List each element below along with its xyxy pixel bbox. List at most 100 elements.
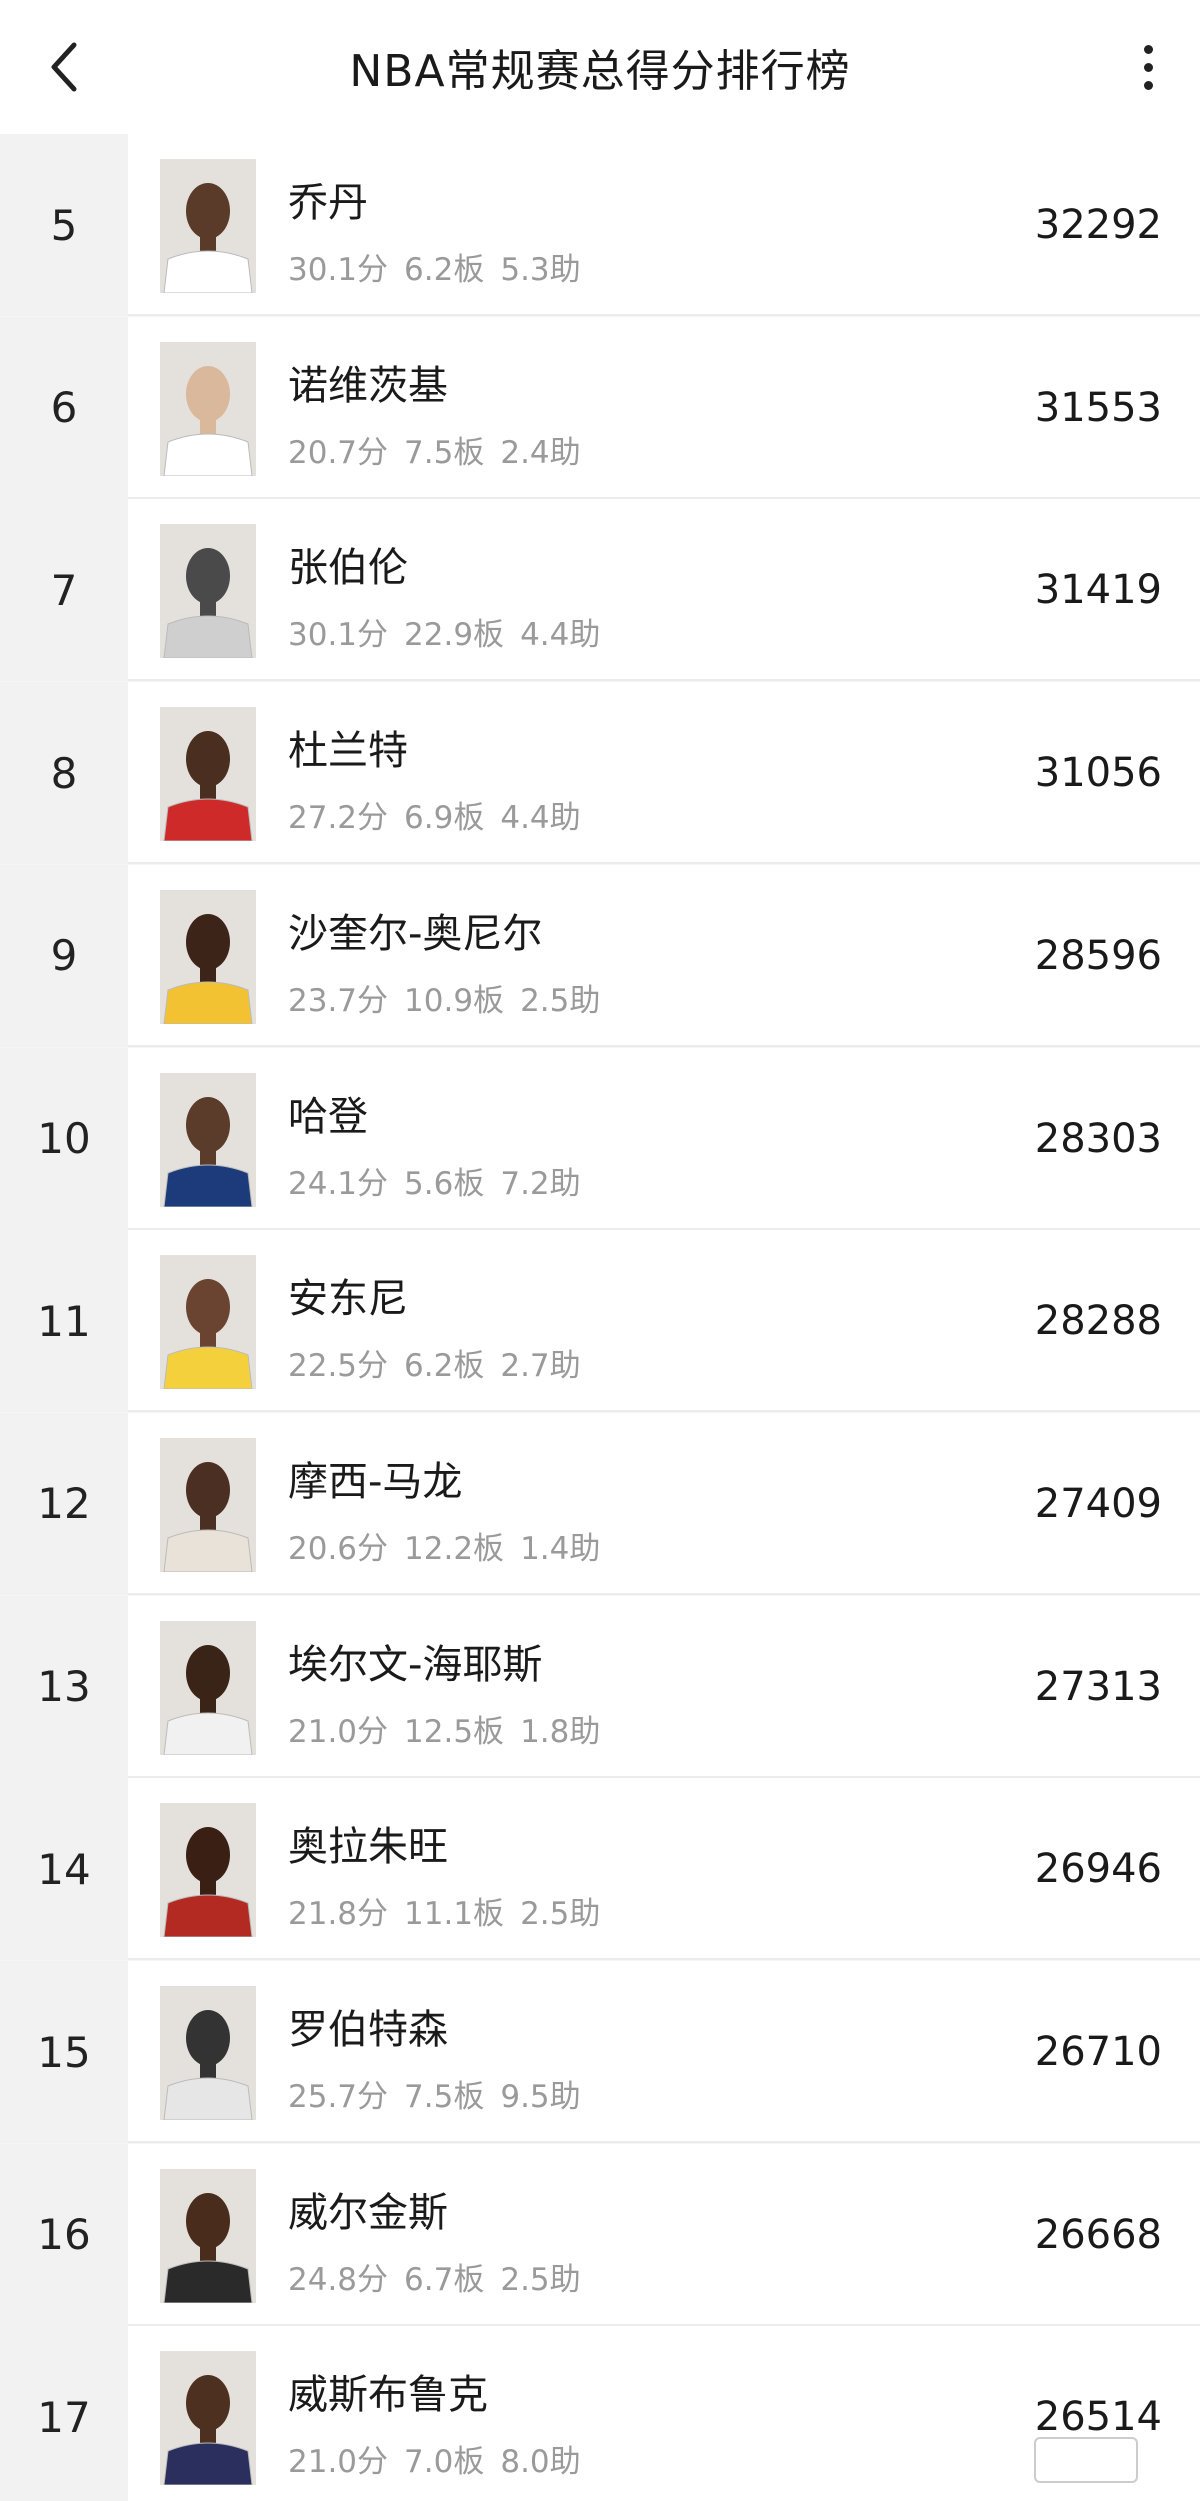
player-stats: 24.8分 6.7板 2.5助 xyxy=(288,2254,597,2299)
player-card[interactable]: 杜兰特 27.2分 6.9板 4.4助 31056 xyxy=(128,682,1200,865)
rebounds-per-game: 22.9板 xyxy=(404,617,505,654)
player-avatar xyxy=(160,2351,256,2486)
player-portrait-icon xyxy=(160,1072,256,1207)
player-name: 杜兰特 xyxy=(288,728,408,775)
ranking-row[interactable]: 6 诺维茨基 20.7分 7.5板 2.4助 31553 xyxy=(0,316,1200,499)
player-stats: 22.5分 6.2板 2.7助 xyxy=(288,1340,597,1385)
player-name: 张伯伦 xyxy=(288,545,408,592)
chevron-left-icon xyxy=(51,42,77,92)
total-points: 28596 xyxy=(1034,932,1162,979)
player-avatar xyxy=(160,1986,256,2120)
ranking-row[interactable]: 14 奥拉朱旺 21.8分 11.1板 2.5助 26946 xyxy=(0,1778,1200,1961)
player-name: 摩西-马龙 xyxy=(288,1458,463,1505)
player-card[interactable]: 张伯伦 30.1分 22.9板 4.4助 31419 xyxy=(128,499,1200,682)
watermark-badge xyxy=(1034,2437,1138,2483)
player-portrait-icon xyxy=(160,2351,256,2486)
more-dots-icon xyxy=(1143,44,1153,54)
rebounds-per-game: 6.7板 xyxy=(404,2261,485,2298)
ranking-row[interactable]: 9 沙奎尔-奥尼尔 23.7分 10.9板 2.5助 28596 xyxy=(0,864,1200,1047)
rebounds-per-game: 12.5板 xyxy=(404,1713,505,1750)
rank-number: 12 xyxy=(0,1412,128,1595)
ranking-row[interactable]: 11 安东尼 22.5分 6.2板 2.7助 28288 xyxy=(0,1230,1200,1413)
rank-number: 17 xyxy=(0,2326,128,2501)
player-name: 诺维茨基 xyxy=(288,362,448,409)
player-avatar xyxy=(160,1255,256,1390)
player-card[interactable]: 沙奎尔-奥尼尔 23.7分 10.9板 2.5助 28596 xyxy=(128,864,1200,1047)
ranking-row[interactable]: 17 威斯布鲁克 21.0分 7.0板 8.0助 26514 xyxy=(0,2326,1200,2501)
total-points: 32292 xyxy=(1034,202,1162,248)
player-avatar xyxy=(160,159,256,293)
points-per-game: 21.0分 xyxy=(288,2444,389,2481)
player-stats: 21.8分 11.1板 2.5助 xyxy=(288,1888,616,1933)
player-avatar xyxy=(160,707,256,842)
points-per-game: 24.8分 xyxy=(288,2261,389,2298)
assists-per-game: 8.0助 xyxy=(500,2444,581,2481)
points-per-game: 30.1分 xyxy=(288,617,389,654)
total-points: 26946 xyxy=(1034,1846,1162,1893)
player-card[interactable]: 奥拉朱旺 21.8分 11.1板 2.5助 26946 xyxy=(128,1778,1200,1961)
total-points: 28303 xyxy=(1034,1115,1162,1162)
page-title: NBA常规赛总得分排行榜 xyxy=(349,46,851,97)
player-card[interactable]: 安东尼 22.5分 6.2板 2.7助 28288 xyxy=(128,1230,1200,1413)
player-card[interactable]: 威尔金斯 24.8分 6.7板 2.5助 26668 xyxy=(128,2143,1200,2326)
player-stats: 24.1分 5.6板 7.2助 xyxy=(288,1158,597,1203)
assists-per-game: 1.4助 xyxy=(520,1530,601,1567)
ranking-row[interactable]: 8 杜兰特 27.2分 6.9板 4.4助 31056 xyxy=(0,682,1200,865)
points-per-game: 20.7分 xyxy=(288,434,389,471)
player-name: 罗伯特森 xyxy=(288,2007,448,2053)
points-per-game: 20.6分 xyxy=(288,1530,389,1567)
player-portrait-icon xyxy=(160,1803,256,1938)
player-stats: 20.6分 12.2板 1.4助 xyxy=(288,1523,616,1568)
player-card[interactable]: 诺维茨基 20.7分 7.5板 2.4助 31553 xyxy=(128,316,1200,499)
total-points: 27313 xyxy=(1034,1663,1162,1710)
player-portrait-icon xyxy=(160,524,256,659)
player-name: 沙奎尔-奥尼尔 xyxy=(288,910,543,957)
player-card[interactable]: 摩西-马龙 20.6分 12.2板 1.4助 27409 xyxy=(128,1412,1200,1595)
total-points: 28288 xyxy=(1034,1298,1162,1345)
total-points: 27409 xyxy=(1034,1480,1162,1527)
player-stats: 25.7分 7.5板 9.5助 xyxy=(288,2071,597,2116)
player-portrait-icon xyxy=(160,159,256,293)
rank-number: 16 xyxy=(0,2143,128,2326)
player-portrait-icon xyxy=(160,1437,256,1572)
player-avatar xyxy=(160,1072,256,1207)
rank-number: 11 xyxy=(0,1230,128,1413)
rank-number: 13 xyxy=(0,1595,128,1778)
player-name: 威斯布鲁克 xyxy=(288,2372,488,2419)
rank-number: 9 xyxy=(0,864,128,1047)
points-per-game: 25.7分 xyxy=(288,2079,389,2115)
player-card[interactable]: 乔丹 30.1分 6.2板 5.3助 32292 xyxy=(128,134,1200,316)
player-avatar xyxy=(160,1620,256,1755)
ranking-row[interactable]: 16 威尔金斯 24.8分 6.7板 2.5助 26668 xyxy=(0,2143,1200,2326)
ranking-row[interactable]: 13 埃尔文-海耶斯 21.0分 12.5板 1.8助 27313 xyxy=(0,1595,1200,1778)
ranking-row[interactable]: 12 摩西-马龙 20.6分 12.2板 1.4助 27409 xyxy=(0,1412,1200,1595)
total-points: 31419 xyxy=(1034,567,1162,614)
rebounds-per-game: 7.0板 xyxy=(404,2444,485,2481)
rebounds-per-game: 6.2板 xyxy=(404,252,485,288)
player-name: 哈登 xyxy=(288,1093,368,1140)
rank-number: 8 xyxy=(0,682,128,865)
rebounds-per-game: 11.1板 xyxy=(404,1896,505,1933)
player-portrait-icon xyxy=(160,341,256,476)
rank-number: 14 xyxy=(0,1778,128,1961)
player-name: 威尔金斯 xyxy=(288,2189,448,2236)
player-stats: 20.7分 7.5板 2.4助 xyxy=(288,427,597,472)
player-avatar xyxy=(160,1437,256,1572)
rebounds-per-game: 6.2板 xyxy=(404,1348,485,1385)
rebounds-per-game: 7.5板 xyxy=(404,434,485,471)
ranking-row[interactable]: 15 罗伯特森 25.7分 7.5板 9.5助 26710 xyxy=(0,1961,1200,2143)
back-button[interactable] xyxy=(34,30,94,104)
ranking-row[interactable]: 7 张伯伦 30.1分 22.9板 4.4助 31419 xyxy=(0,499,1200,682)
player-card[interactable]: 罗伯特森 25.7分 7.5板 9.5助 26710 xyxy=(128,1961,1200,2143)
ranking-row[interactable]: 5 乔丹 30.1分 6.2板 5.3助 32292 xyxy=(0,134,1200,316)
assists-per-game: 2.5助 xyxy=(520,1896,601,1933)
player-card[interactable]: 哈登 24.1分 5.6板 7.2助 28303 xyxy=(128,1047,1200,1230)
points-per-game: 30.1分 xyxy=(288,252,389,288)
player-stats: 21.0分 7.0板 8.0助 xyxy=(288,2436,597,2481)
ranking-row[interactable]: 10 哈登 24.1分 5.6板 7.2助 28303 xyxy=(0,1047,1200,1230)
rank-number: 5 xyxy=(0,134,128,316)
more-options-button[interactable] xyxy=(1118,30,1178,104)
total-points: 31056 xyxy=(1034,750,1162,797)
total-points: 31553 xyxy=(1034,384,1162,431)
player-card[interactable]: 埃尔文-海耶斯 21.0分 12.5板 1.8助 27313 xyxy=(128,1595,1200,1778)
